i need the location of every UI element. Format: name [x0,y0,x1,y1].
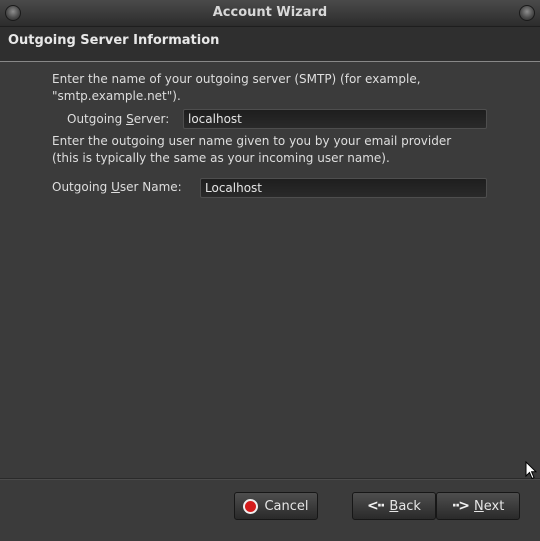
server-description-line: Enter the name of your outgoing server (… [52,72,421,86]
username-description-line: Enter the outgoing user name given to yo… [52,134,452,148]
footer-separator [0,478,540,480]
username-description-line: (this is typically the same as your inco… [52,151,390,165]
page-title: Outgoing Server Information [8,33,220,48]
mnemonic: S [126,112,134,126]
title-bar[interactable]: Account Wizard [0,0,540,27]
next-button[interactable]: ··> Next [436,492,520,520]
account-wizard-window: Account Wizard Outgoing Server Informati… [0,0,540,541]
server-description: Enter the name of your outgoing server (… [52,71,421,105]
back-button-label: Back [389,498,421,514]
mouse-pointer-icon [525,461,537,480]
back-button[interactable]: <·· Back [352,492,436,520]
cancel-button-label: Cancel [264,498,309,514]
mnemonic: U [111,180,120,194]
window-title: Account Wizard [212,5,328,20]
window-close-button[interactable] [519,5,535,21]
username-description: Enter the outgoing user name given to yo… [52,133,451,167]
next-button-label: Next [474,498,505,514]
page-header: Outgoing Server Information [0,27,540,62]
stop-icon [243,498,259,514]
server-description-line: "smtp.example.net"). [52,89,181,103]
outgoing-username-label: Outgoing User Name: [52,180,182,194]
outgoing-server-label: Outgoing Server: [67,112,170,126]
next-arrow-icon: ··> [451,498,470,514]
back-arrow-icon: <·· [367,498,385,514]
cancel-button[interactable]: Cancel [234,492,318,520]
outgoing-server-input[interactable]: localhost [183,109,487,129]
outgoing-username-input[interactable]: Localhost [200,178,487,198]
